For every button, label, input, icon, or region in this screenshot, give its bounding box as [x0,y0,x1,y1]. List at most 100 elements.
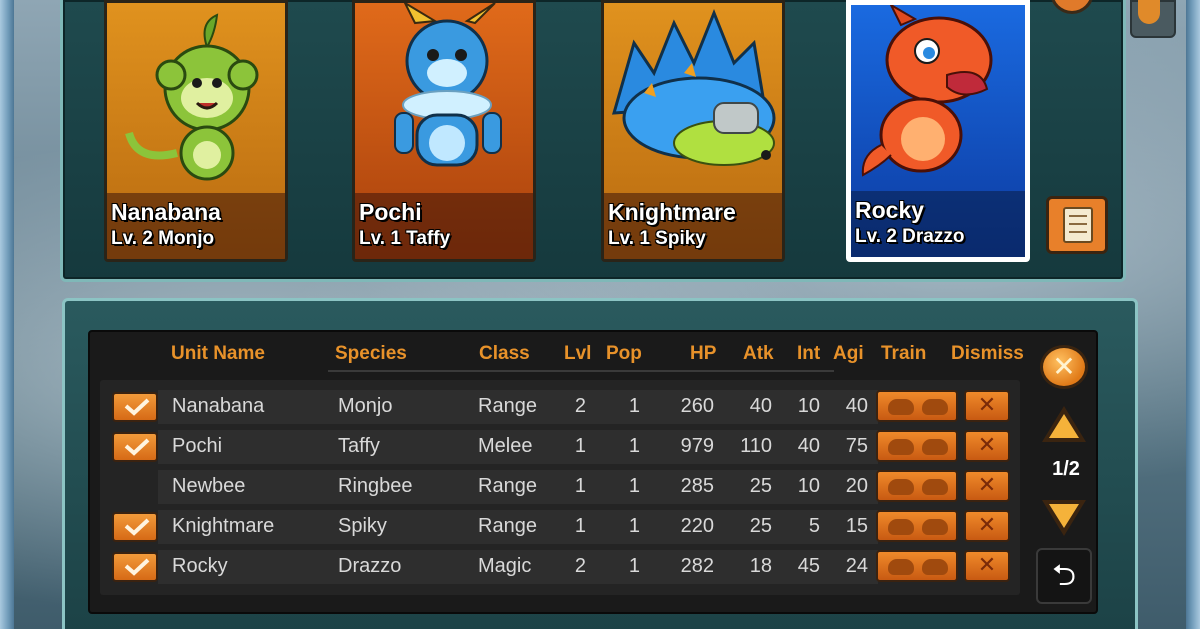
cell-class: Magic [478,555,532,577]
dismiss-button[interactable]: ✕ [964,390,1010,422]
card-unit-level: Lv. 1 Taffy [359,228,451,249]
cell-unit-name: Nanabana [172,395,265,417]
cell-pop: 1 [628,515,640,537]
card-nameplate: Nanabana Lv. 2 Monjo [107,193,285,259]
cell-atk: 110 [740,435,772,457]
card-unit-level: Lv. 1 Spiky [608,228,706,249]
page-down-button[interactable] [1042,500,1086,536]
card-nameplate: Knightmare Lv. 1 Spiky [604,193,782,259]
cell-lvl: 2 [574,395,586,417]
cell-agi: 40 [845,395,868,417]
table-row: Nanabana Monjo Range 2 1 260 40 10 40 ✕ [100,388,1018,426]
cell-class: Range [478,515,537,537]
cell-unit-name: Knightmare [172,515,275,537]
close-button[interactable]: ✕ [1040,345,1088,389]
unit-card-rocky[interactable]: Rocky Lv. 2 Drazzo [846,0,1030,262]
fist-icon [888,519,914,535]
cell-pop: 1 [628,555,640,577]
card-unit-name: Nanabana [111,199,221,225]
monkey-creature-icon [125,13,259,181]
header-hp: HP [690,343,717,364]
cell-pop: 1 [628,435,640,457]
train-button[interactable] [876,470,958,502]
cell-int: 10 [797,395,820,417]
fist-icon [922,559,948,575]
scroll-paper-icon [1063,207,1093,243]
cell-species: Ringbee [338,475,413,497]
header-pop: Pop [606,343,642,364]
red-dragon-creature-icon [861,5,993,177]
check-icon [124,438,150,456]
unit-card-nanabana[interactable]: Nanabana Lv. 2 Monjo [104,0,288,262]
header-int: Int [797,343,821,364]
cell-hp: 285 [680,475,714,497]
cell-pop: 1 [628,395,640,417]
table-row: Pochi Taffy Melee 1 1 979 110 40 75 ✕ [100,428,1018,466]
card-unit-level: Lv. 2 Monjo [111,228,215,249]
cell-int: 45 [797,555,820,577]
table-row: Knightmare Spiky Range 1 1 220 25 5 15 ✕ [100,508,1018,546]
header-divider [328,370,834,372]
cell-agi: 24 [845,555,868,577]
train-button[interactable] [876,550,958,582]
cell-species: Monjo [338,395,393,417]
card-nameplate: Pochi Lv. 1 Taffy [355,193,533,259]
fist-icon [888,439,914,455]
header-class: Class [479,343,530,364]
table-row: Rocky Drazzo Magic 2 1 282 18 45 24 ✕ [100,548,1018,586]
check-icon [124,558,150,576]
train-button[interactable] [876,430,958,462]
fist-icon [888,559,914,575]
cell-lvl: 1 [574,515,586,537]
fist-icon [922,399,948,415]
header-unit-name: Unit Name [171,343,265,364]
card-nameplate: Rocky Lv. 2 Drazzo [851,191,1025,257]
page-up-button[interactable] [1042,406,1086,442]
hedgehog-creature-icon [611,8,776,166]
party-checkbox[interactable] [112,392,158,422]
train-button[interactable] [876,510,958,542]
check-icon [124,518,150,536]
window-frame-left [0,0,14,629]
party-checkbox[interactable] [112,512,158,542]
return-button[interactable]: ⮌ [1036,548,1092,604]
cell-unit-name: Pochi [172,435,223,457]
cell-int: 5 [808,515,820,537]
card-unit-level: Lv. 2 Drazzo [855,226,965,247]
cell-class: Range [478,395,537,417]
cell-agi: 75 [845,435,868,457]
cell-hp: 260 [680,395,714,417]
cell-class: Range [478,475,537,497]
cell-species: Drazzo [338,555,402,577]
header-atk: Atk [743,343,774,364]
cell-agi: 20 [845,475,868,497]
fist-icon [922,439,948,455]
unit-info-scroll-button[interactable] [1046,196,1108,254]
train-button[interactable] [876,390,958,422]
menu-icon [1138,0,1160,24]
window-frame-right [1186,0,1200,629]
header-dismiss: Dismiss [951,343,1024,364]
fist-icon [888,399,914,415]
fist-icon [922,519,948,535]
card-unit-name: Rocky [855,197,925,223]
cell-atk: 18 [749,555,772,577]
blue-beast-creature-icon [394,3,502,167]
party-checkbox[interactable] [112,432,158,462]
cell-hp: 282 [680,555,714,577]
header-train: Train [881,343,927,364]
unit-card-pochi[interactable]: Pochi Lv. 1 Taffy [352,0,536,262]
cell-unit-name: Newbee [172,475,246,497]
party-checkbox[interactable] [112,552,158,582]
dismiss-button[interactable]: ✕ [964,550,1010,582]
dismiss-button[interactable]: ✕ [964,510,1010,542]
header-species: Species [335,343,407,364]
cell-int: 40 [797,435,820,457]
dismiss-button[interactable]: ✕ [964,430,1010,462]
cell-pop: 1 [628,475,640,497]
dismiss-button[interactable]: ✕ [964,470,1010,502]
cell-unit-name: Rocky [172,555,228,577]
cell-lvl: 1 [574,435,586,457]
top-menu-button[interactable] [1130,0,1176,38]
unit-card-knightmare[interactable]: Knightmare Lv. 1 Spiky [601,0,785,262]
